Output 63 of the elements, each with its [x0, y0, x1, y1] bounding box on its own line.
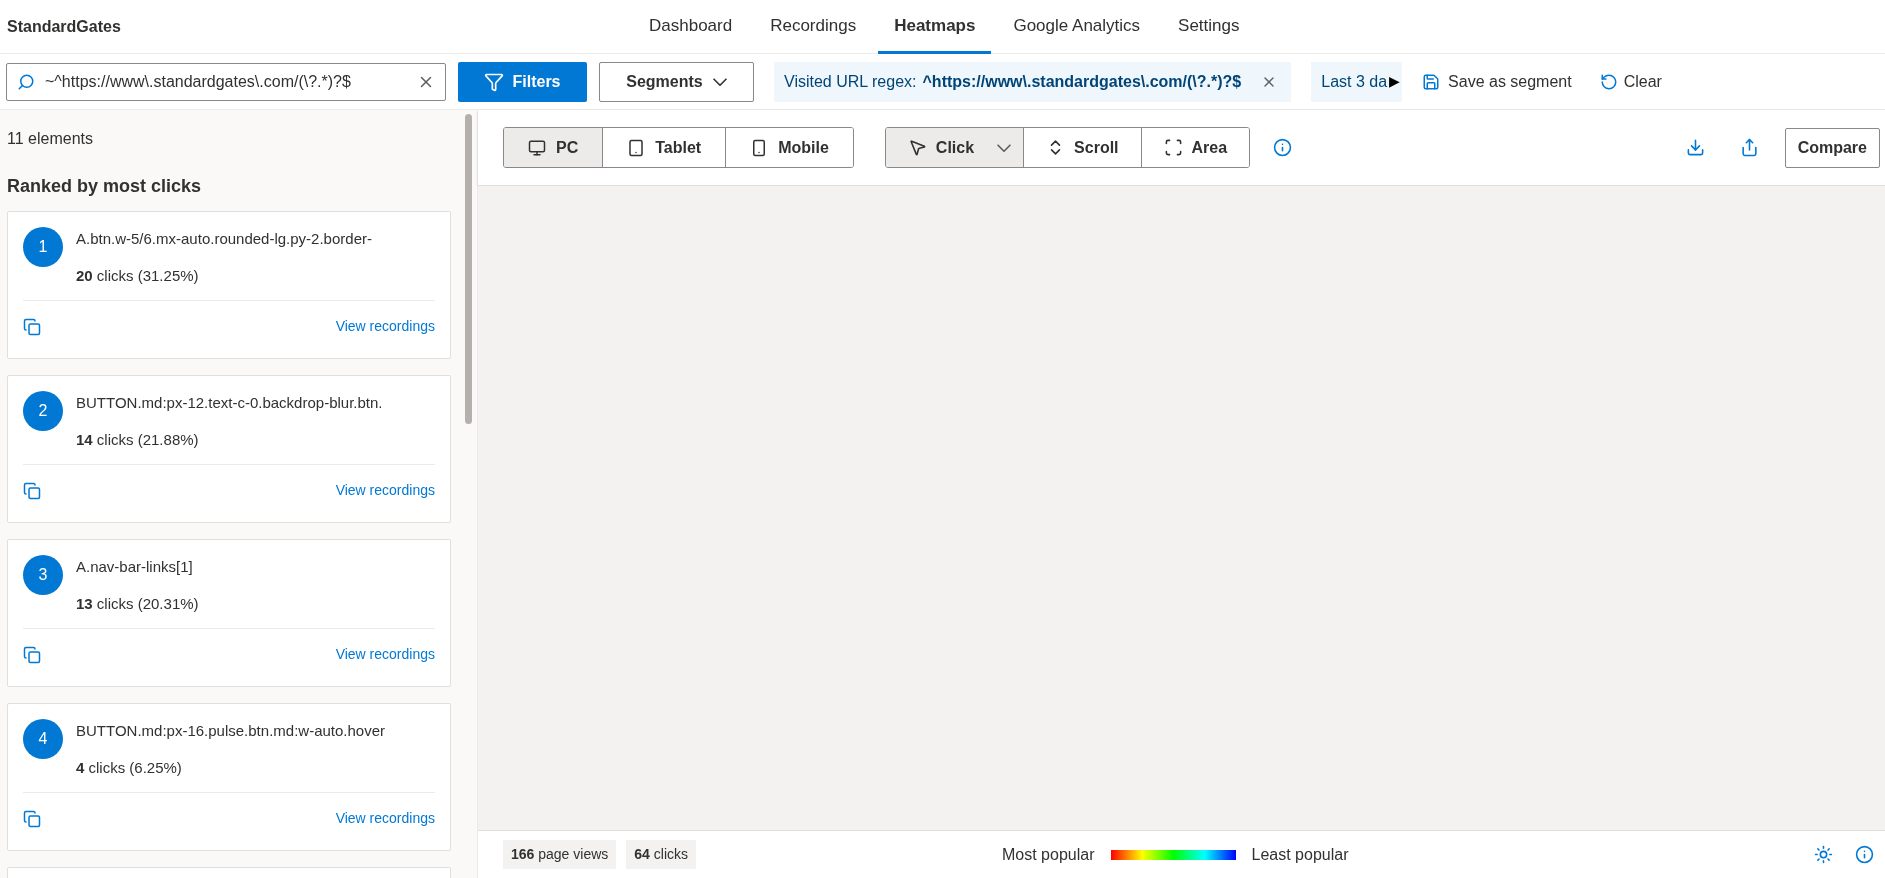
nav-tab[interactable]: Google Analytics: [997, 0, 1157, 54]
page-views-badge: 166 page views: [503, 840, 617, 869]
nav-tab[interactable]: Heatmaps: [878, 0, 992, 54]
view-recordings-link[interactable]: View recordings: [335, 480, 435, 501]
element-selector: A.btn.w-5/6.mx-auto.rounded-lg.py-2.border-: [76, 229, 372, 249]
mode-tab[interactable]: Area: [1140, 128, 1250, 167]
element-selector: BUTTON.md:px-16.pulse.btn.md:w-auto.hover: [76, 721, 386, 741]
element-selector: A.nav-bar-links[1]: [76, 557, 194, 577]
copy-icon[interactable]: [23, 808, 41, 829]
info-icon[interactable]: [1855, 845, 1874, 864]
view-recordings-link[interactable]: View recordings: [335, 644, 435, 665]
compare-button[interactable]: Compare: [1784, 127, 1880, 168]
save-icon: [1422, 72, 1441, 91]
click-count: 13 clicks (20.31%): [76, 593, 199, 614]
date-chip[interactable]: Last 3 da▶: [1311, 61, 1403, 102]
click-count: 14 clicks (21.88%): [76, 429, 200, 450]
mode-tab[interactable]: Click: [885, 128, 1024, 167]
monitor-icon: [528, 138, 546, 157]
segments-button[interactable]: Segments: [599, 61, 754, 102]
nav-tab[interactable]: Settings: [1162, 0, 1256, 54]
scrollbar-thumb[interactable]: [465, 114, 472, 424]
element-count: 11 elements: [7, 129, 94, 149]
copy-icon[interactable]: [23, 644, 41, 665]
scroll-arrow[interactable]: ▶: [1387, 71, 1403, 92]
chevron-down-icon: [712, 77, 727, 86]
filter-icon: [484, 71, 505, 92]
brightness-icon[interactable]: [1814, 845, 1833, 864]
search-icon: [17, 72, 35, 91]
list-heading: Ranked by most clicks: [7, 175, 203, 198]
chip-value: ^https://www\.standardgates\.com/(\?.*)?$: [922, 71, 1242, 92]
filters-button[interactable]: Filters: [458, 61, 587, 102]
tablet-icon: [627, 138, 646, 157]
device-tab[interactable]: PC: [504, 128, 603, 167]
pointer-icon: [907, 138, 927, 157]
click-count: 4 clicks (6.25%): [76, 757, 183, 778]
rank-badge: 1: [23, 227, 63, 267]
download-icon[interactable]: [1685, 138, 1705, 157]
click-count: 20 clicks (31.25%): [76, 265, 200, 286]
info-icon[interactable]: [1273, 138, 1293, 157]
device-tab[interactable]: Mobile: [725, 128, 853, 167]
copy-icon[interactable]: [23, 316, 41, 337]
rank-badge: 2: [23, 391, 63, 431]
rank-badge: 3: [23, 555, 63, 595]
view-recordings-link[interactable]: View recordings: [335, 316, 435, 337]
chip-label: Visited URL regex:: [784, 71, 917, 92]
element-selector: BUTTON.md:px-12.text-c-0.backdrop-blur.btn.: [76, 393, 383, 413]
nav-tab[interactable]: Recordings: [754, 0, 873, 54]
search-field[interactable]: ~^https://www\.standardgates\.com/(\?.*)?$: [6, 62, 446, 101]
view-recordings-link[interactable]: View recordings: [335, 808, 435, 829]
chip-label: Last 3 da: [1321, 71, 1388, 92]
share-icon[interactable]: [1739, 138, 1759, 157]
legend-label: Most popular: [1002, 845, 1095, 865]
app-title: StandardGates: [7, 16, 121, 37]
undo-icon: [1599, 72, 1618, 91]
save-segment-button[interactable]: Save as segment: [1414, 61, 1580, 102]
area-select-icon: [1163, 138, 1183, 157]
rank-badge: 4: [23, 719, 63, 759]
clicks-badge: 64 clicks: [626, 840, 696, 869]
copy-icon[interactable]: [23, 480, 41, 501]
nav-tab[interactable]: Dashboard: [633, 0, 749, 54]
chevron-down-icon: [997, 143, 1012, 152]
legend-label: Least popular: [1251, 845, 1349, 865]
clear-button[interactable]: Clear: [1591, 61, 1670, 102]
